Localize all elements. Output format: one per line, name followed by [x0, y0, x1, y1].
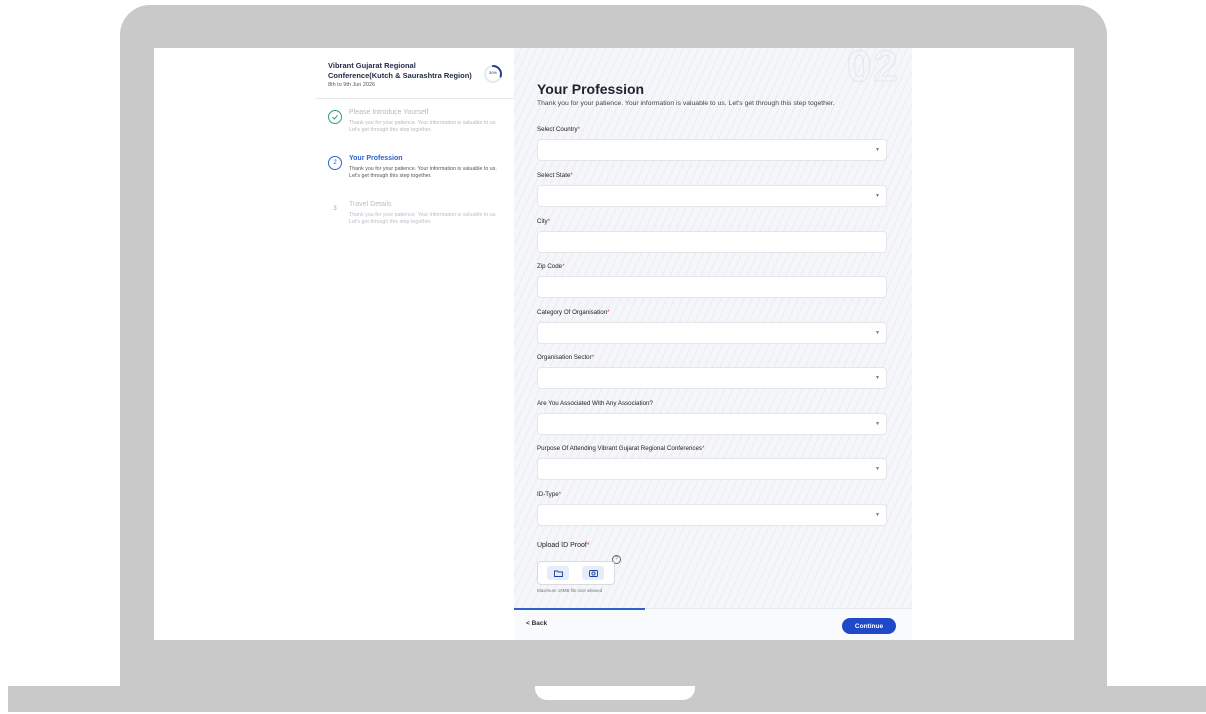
step-description: Thank you for your patience. Your inform…	[349, 120, 497, 133]
step-number-icon: 2	[328, 156, 342, 170]
zip-code-field: Zip Code*	[537, 263, 887, 298]
event-date: 8th to 9th Jun 2026	[328, 82, 376, 88]
chevron-down-icon: ▼	[875, 512, 880, 518]
field-label: City*	[537, 218, 551, 225]
country-select[interactable]: ▼	[537, 139, 887, 161]
field-label: Category Of Organisation*	[537, 309, 610, 316]
field-label: Purpose Of Attending Vibrant Gujarat Reg…	[537, 445, 705, 452]
purpose-select[interactable]: ▼	[537, 458, 887, 480]
chevron-down-icon: ▼	[875, 375, 880, 381]
folder-icon[interactable]	[547, 566, 569, 580]
step-description: Thank you for your patience. Your inform…	[349, 166, 497, 179]
organisation-sector-select[interactable]: ▼	[537, 367, 887, 389]
step-number-watermark: 02	[847, 48, 900, 92]
form-title: Your Profession	[537, 81, 645, 97]
chevron-down-icon: ▼	[875, 330, 880, 336]
chevron-down-icon: ▼	[875, 147, 880, 153]
chevron-down-icon: ▼	[875, 466, 880, 472]
id-type-select[interactable]: ▼	[537, 504, 887, 526]
association-field: Are You Associated With Any Association?…	[537, 400, 887, 435]
profession-form: 02 Your Profession Thank you for your pa…	[514, 48, 912, 640]
upload-hint: Maximum 10MB file size allowed	[537, 588, 603, 593]
upload-id-proof	[537, 561, 615, 585]
state-select[interactable]: ▼	[537, 185, 887, 207]
organisation-category-field: Category Of Organisation* ▼	[537, 309, 887, 344]
state-field: Select State* ▼	[537, 172, 887, 207]
step-description: Thank you for your patience. Your inform…	[349, 212, 497, 225]
field-label: ID-Type*	[537, 491, 562, 498]
progress-label: 30%	[488, 70, 497, 75]
form-subtitle: Thank you for your patience. Your inform…	[537, 100, 835, 107]
back-button[interactable]: < Back	[526, 620, 547, 627]
city-input[interactable]	[537, 231, 887, 253]
field-label: Organisation Sector*	[537, 354, 595, 361]
divider	[316, 98, 514, 99]
organisation-sector-field: Organisation Sector* ▼	[537, 354, 887, 389]
zip-code-input[interactable]	[537, 276, 887, 298]
purpose-field: Purpose Of Attending Vibrant Gujarat Reg…	[537, 445, 887, 480]
chevron-down-icon: ▼	[875, 421, 880, 427]
step-title: Please Introduce Yourself	[349, 109, 429, 116]
country-field: Select Country* ▼	[537, 126, 887, 161]
step-title: Travel Details	[349, 201, 392, 208]
organisation-category-select[interactable]: ▼	[537, 322, 887, 344]
id-type-field: ID-Type* ▼	[537, 491, 887, 526]
association-select[interactable]: ▼	[537, 413, 887, 435]
chevron-down-icon: ▼	[875, 193, 880, 199]
chevron-left-icon: <	[526, 620, 530, 627]
screen: Vibrant Gujarat Regional Conference(Kutc…	[154, 48, 1074, 640]
city-field: City*	[537, 218, 887, 253]
continue-button[interactable]: Continue	[842, 618, 896, 634]
step-number-icon: 3	[333, 206, 337, 212]
field-label: Are You Associated With Any Association?	[537, 400, 653, 407]
event-title: Vibrant Gujarat Regional Conference(Kutc…	[328, 61, 472, 80]
field-label: Select Country*	[537, 126, 581, 133]
field-label: Select State*	[537, 172, 573, 179]
field-label: Zip Code*	[537, 263, 565, 270]
laptop-notch	[535, 686, 695, 700]
camera-icon[interactable]	[582, 566, 604, 580]
check-circle-icon	[328, 110, 342, 124]
upload-label: Upload ID Proof*	[537, 542, 590, 549]
form-progress-bar	[514, 608, 645, 610]
step-title: Your Profession	[349, 155, 403, 162]
steps-sidebar: Vibrant Gujarat Regional Conference(Kutc…	[316, 48, 514, 640]
